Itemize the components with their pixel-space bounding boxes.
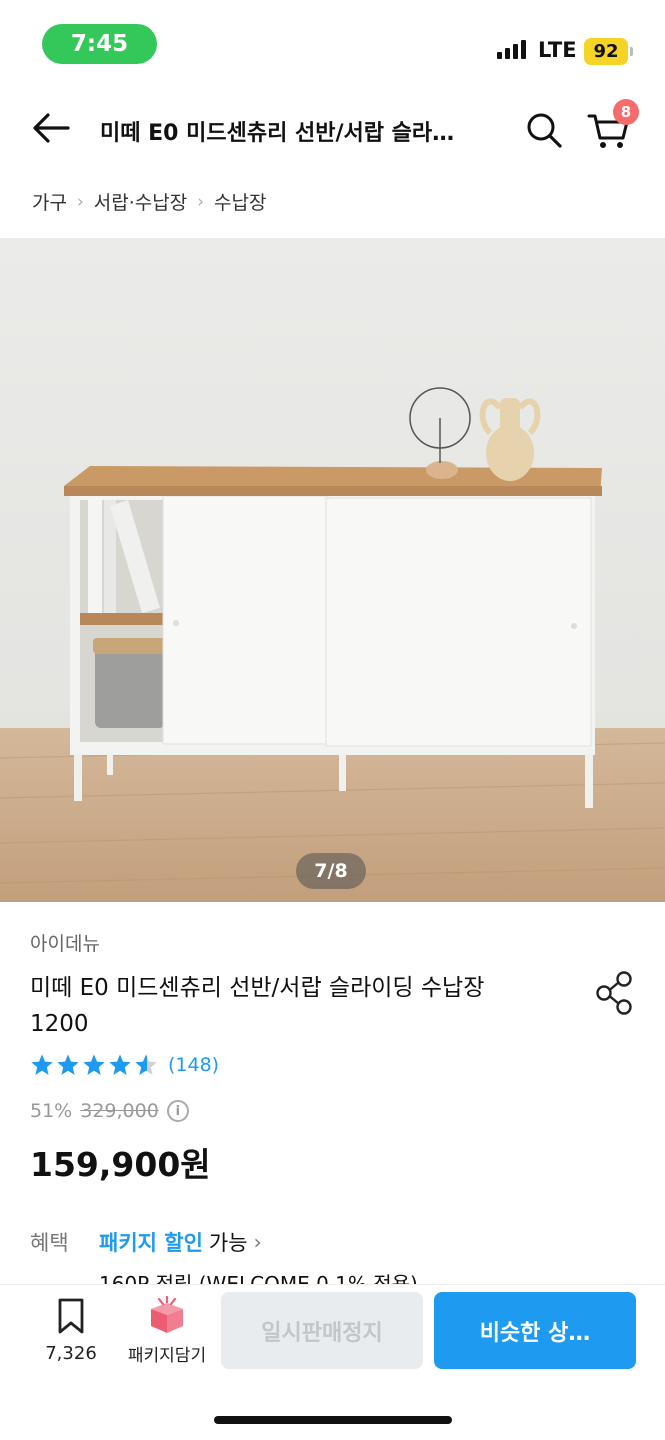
package-add-button[interactable]: 패키지담기 <box>122 1295 212 1379</box>
search-icon <box>527 113 562 148</box>
star-icon <box>109 1054 131 1075</box>
star-icon <box>31 1054 53 1075</box>
share-button[interactable] <box>594 970 636 1016</box>
half-star-icon <box>135 1054 157 1075</box>
network-label: LTE <box>538 38 577 62</box>
bookmark-button[interactable]: 7,326 <box>36 1297 106 1377</box>
breadcrumb-item[interactable]: 수납장 <box>214 188 266 215</box>
share-icon <box>596 971 632 1015</box>
brand-name[interactable]: 아이데뉴 <box>30 929 100 956</box>
price-original-row: 51% 329,000 i <box>30 1100 189 1122</box>
points-text: 160P 적립 (WELCOME 0.1% 적용) <box>99 1272 418 1284</box>
bookmark-count: 7,326 <box>45 1343 97 1364</box>
benefit-text: 가능 <box>208 1231 248 1255</box>
bookmark-icon <box>58 1298 84 1334</box>
benefit-highlight: 패키지 할인 <box>99 1231 203 1255</box>
breadcrumb-item[interactable]: 가구 <box>32 188 67 215</box>
breadcrumb-item[interactable]: 서랍·수납장 <box>94 188 187 215</box>
sale-suspended-button[interactable]: 일시판매정지 <box>221 1292 423 1369</box>
star-icon <box>57 1054 79 1075</box>
search-button[interactable] <box>522 108 566 152</box>
package-box-icon <box>151 1295 183 1333</box>
back-button[interactable] <box>28 106 76 150</box>
chevron-right-icon: › <box>76 191 84 212</box>
chevron-right-icon: › <box>197 191 205 212</box>
discount-rate: 51% <box>30 1100 73 1122</box>
home-indicator <box>214 1416 452 1424</box>
product-rating[interactable]: (148) <box>30 1053 219 1077</box>
battery-icon: 92 <box>584 38 633 65</box>
status-time: 7:45 <box>42 24 157 64</box>
arrow-left-icon <box>33 113 70 143</box>
product-title: 미떼 E0 미드센츄리 선반/서랍 슬라이딩 수납장 1200 <box>30 975 485 1037</box>
similar-products-button[interactable]: 비슷한 상… <box>434 1292 636 1369</box>
top-navigation: 미떼 E0 미드센츄리 선반/서랍 슬라… <box>0 88 665 168</box>
breadcrumb: 가구 › 서랍·수납장 › 수납장 <box>32 188 267 215</box>
product-image[interactable] <box>0 238 665 902</box>
star-icon <box>83 1054 105 1075</box>
benefit-row[interactable]: 혜택 패키지 할인 가능 › <box>30 1227 262 1257</box>
review-count[interactable]: (148) <box>168 1054 219 1076</box>
status-bar: 7:45 LTE 92 <box>0 0 665 88</box>
package-label: 패키지담기 <box>127 1346 207 1366</box>
chevron-right-icon: › <box>253 1230 262 1254</box>
sideboard-photo <box>0 238 665 902</box>
original-price: 329,000 <box>80 1100 159 1122</box>
sale-price: 159,900원 <box>30 1145 211 1184</box>
image-counter: 7/8 <box>296 853 366 889</box>
signal-icon <box>497 40 526 59</box>
info-icon[interactable]: i <box>166 1100 189 1122</box>
benefit-label: 혜택 <box>30 1231 69 1255</box>
cart-count-badge: 8 <box>613 99 639 125</box>
rating-stars <box>30 1053 158 1077</box>
page-title: 미떼 E0 미드센츄리 선반/서랍 슬라… <box>100 121 455 146</box>
